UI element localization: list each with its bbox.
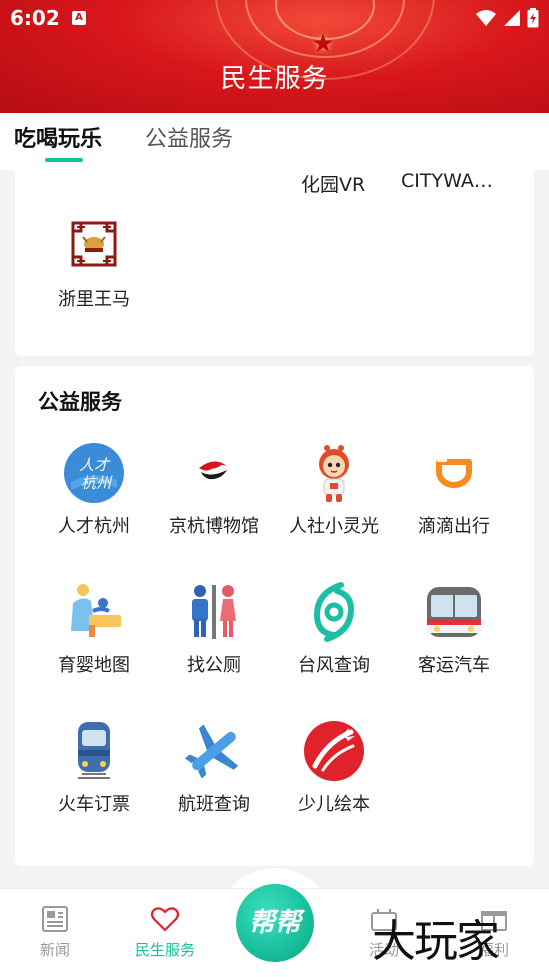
status-time: 6:02 — [10, 6, 60, 30]
svg-text:人才: 人才 — [79, 456, 111, 474]
tab-bar: 吃喝玩乐 公益服务 — [0, 113, 549, 170]
app-find-restroom[interactable]: 找公厕 — [154, 581, 274, 677]
nav-item-news[interactable]: 新闻 — [10, 905, 100, 960]
header-banner: ★ 6:02 A 民生服务 — [0, 0, 549, 113]
tab-indicator — [45, 158, 83, 162]
news-icon — [42, 906, 68, 932]
mascot-icon — [303, 442, 365, 504]
app-label: 浙里王马 — [58, 289, 130, 310]
nav-label: 民生服务 — [134, 941, 195, 959]
app-jinghang-museum[interactable]: 京杭博物馆 — [154, 442, 274, 538]
app-label: 少儿绘本 — [298, 794, 370, 815]
signal-icon — [504, 10, 520, 26]
help-center-button[interactable]: 帮帮 — [236, 884, 314, 962]
museum-wave-icon — [183, 442, 245, 504]
app-label: 航班查询 — [178, 794, 250, 815]
app-label: 滴滴出行 — [418, 516, 490, 537]
horse-pattern-icon — [63, 215, 125, 277]
page-title: 民生服务 — [220, 64, 329, 94]
section-title-public-services: 公益服务 — [38, 390, 122, 414]
app-didi[interactable]: 滴滴出行 — [394, 442, 514, 538]
app-label: 人社小灵光 — [289, 516, 379, 537]
app-typhoon[interactable]: 台风查询 — [274, 581, 394, 677]
app-label: 台风查询 — [298, 655, 370, 676]
airplane-icon — [183, 720, 245, 782]
app-label: 育婴地图 — [58, 655, 130, 676]
nav-label: 新闻 — [39, 941, 70, 959]
status-bar: 6:02 A — [0, 0, 549, 36]
rencai-hangzhou-icon: 人才 杭州 — [63, 442, 125, 504]
app-rencai-hangzhou[interactable]: 人才 杭州 人才杭州 — [34, 442, 154, 538]
app-zheli-wangma[interactable]: 浙里王马 — [34, 215, 154, 311]
svg-text:杭州: 杭州 — [81, 474, 113, 492]
typhoon-icon — [303, 581, 365, 643]
didi-icon — [423, 442, 485, 504]
wifi-icon — [476, 10, 496, 26]
train-icon — [63, 720, 125, 782]
tab-public-services[interactable]: 公益服务 — [145, 121, 233, 153]
app-coach-bus[interactable]: 客运汽车 — [394, 581, 514, 677]
notification-badge: A — [72, 11, 86, 25]
app-renshe-xiaolingguang[interactable]: 人社小灵光 — [274, 442, 394, 538]
app-label-huayuan-vr[interactable]: 化园VR — [301, 170, 365, 197]
app-flight-lookup[interactable]: 航班查询 — [154, 720, 274, 816]
app-label: 人才杭州 — [58, 516, 130, 537]
app-label: 火车订票 — [58, 794, 130, 815]
status-icons — [475, 8, 539, 28]
app-label-citywalk[interactable]: CITYWA… — [401, 170, 493, 192]
app-yuying-map[interactable]: 育婴地图 — [34, 581, 154, 677]
nav-item-public-services[interactable]: 民生服务 — [120, 905, 210, 960]
app-label: 客运汽车 — [418, 655, 490, 676]
app-label: 京杭博物馆 — [169, 516, 259, 537]
parent-baby-icon — [63, 581, 125, 643]
app-train-tickets[interactable]: 火车订票 — [34, 720, 154, 816]
kids-book-icon — [303, 720, 365, 782]
app-label: 找公厕 — [187, 655, 241, 676]
bus-icon — [423, 581, 485, 643]
restroom-icon — [183, 581, 245, 643]
tab-eat-drink-play[interactable]: 吃喝玩乐 — [14, 121, 102, 153]
app-kids-picture-book[interactable]: 少儿绘本 — [274, 720, 394, 816]
heart-icon — [150, 907, 180, 932]
watermark: 大玩家 — [372, 916, 500, 967]
battery-icon — [527, 8, 539, 28]
